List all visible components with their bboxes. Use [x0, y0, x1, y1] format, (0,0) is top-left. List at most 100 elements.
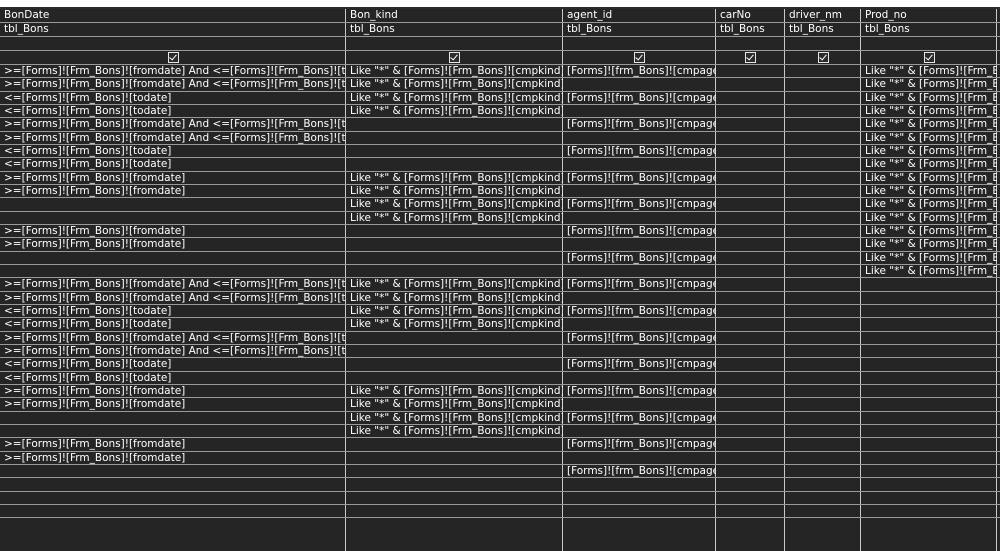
criteria-cell[interactable]: [Forms]![frm_Bons]![cmpagen] — [563, 465, 716, 477]
criteria-cell[interactable]: [Forms]![frm_Bons]![cmpagen] — [563, 412, 716, 424]
criteria-cell[interactable]: >=[Forms]![Frm_Bons]![fromdate] And <=[F… — [0, 292, 346, 304]
criteria-cell[interactable]: Like "*" & [Forms]![Frm_Bons]![cmpkind] … — [346, 172, 563, 184]
show-checkbox[interactable] — [817, 52, 829, 63]
criteria-cell[interactable] — [861, 385, 997, 397]
criteria-cell[interactable] — [716, 372, 785, 384]
criteria-cell[interactable]: Like "*" & [Forms]![Frm_Bon — [861, 118, 997, 130]
criteria-cell[interactable]: Like "*" & [Forms]![Frm_Bon — [861, 172, 997, 184]
criteria-cell[interactable] — [563, 78, 716, 90]
criteria-cell[interactable] — [861, 398, 997, 410]
criteria-cell[interactable]: >=[Forms]![Frm_Bons]![fromdate] And <=[F… — [0, 65, 346, 77]
criteria-cell[interactable] — [785, 265, 861, 277]
criteria-cell[interactable]: >=[Forms]![Frm_Bons]![fromdate] — [0, 438, 346, 450]
criteria-cell[interactable] — [716, 478, 785, 490]
criteria-cell[interactable]: Like "*" & [Forms]![Frm_Bons]![cmpkind] … — [346, 278, 563, 290]
show-checkbox[interactable] — [923, 52, 935, 63]
criteria-cell[interactable]: Like "*" & [Forms]![Frm_Bons]![cmpkind] … — [346, 425, 563, 437]
criteria-cell[interactable] — [563, 132, 716, 144]
criteria-cell[interactable]: >=[Forms]![Frm_Bons]![fromdate] And <=[F… — [0, 78, 346, 90]
criteria-cell[interactable] — [716, 78, 785, 90]
criteria-cell[interactable] — [785, 492, 861, 504]
criteria-cell[interactable] — [785, 452, 861, 464]
criteria-cell[interactable]: <=[Forms]![Frm_Bons]![todate] — [0, 105, 346, 117]
criteria-cell[interactable]: Like "*" & [Forms]![Frm_Bons]![cmpkind] … — [346, 398, 563, 410]
criteria-cell[interactable]: Like "*" & [Forms]![Frm_Bons]![cmpkind] … — [346, 105, 563, 117]
criteria-cell[interactable]: <=[Forms]![Frm_Bons]![todate] — [0, 318, 346, 330]
criteria-cell[interactable] — [861, 465, 997, 477]
criteria-cell[interactable]: >=[Forms]![Frm_Bons]![fromdate] And <=[F… — [0, 132, 346, 144]
criteria-cell[interactable]: Like "*" & [Forms]![Frm_Bon — [861, 158, 997, 170]
criteria-cell[interactable] — [785, 185, 861, 197]
criteria-cell[interactable]: Like "*" & [Forms]![Frm_Bon — [861, 65, 997, 77]
criteria-cell[interactable]: >=[Forms]![Frm_Bons]![fromdate] — [0, 452, 346, 464]
criteria-cell[interactable]: Like "*" & [Forms]![Frm_Bon — [861, 185, 997, 197]
criteria-cell[interactable] — [716, 65, 785, 77]
criteria-cell[interactable] — [716, 345, 785, 357]
criteria-cell[interactable] — [785, 505, 861, 517]
criteria-cell[interactable] — [785, 105, 861, 117]
criteria-cell[interactable] — [716, 318, 785, 330]
criteria-cell[interactable] — [785, 332, 861, 344]
criteria-cell[interactable] — [716, 425, 785, 437]
criteria-cell[interactable]: Like "*" & [Forms]![Frm_Bon — [861, 132, 997, 144]
criteria-cell[interactable]: >=[Forms]![Frm_Bons]![fromdate] And <=[F… — [0, 345, 346, 357]
criteria-cell[interactable] — [716, 105, 785, 117]
field-cell[interactable]: carNo — [716, 9, 785, 22]
criteria-cell[interactable] — [716, 398, 785, 410]
criteria-cell[interactable] — [563, 345, 716, 357]
field-cell[interactable]: Prod_no — [861, 9, 997, 22]
criteria-cell[interactable]: [Forms]![frm_Bons]![cmpagen] — [563, 332, 716, 344]
field-cell[interactable]: driver_nm — [785, 9, 861, 22]
criteria-cell[interactable] — [861, 438, 997, 450]
sort-cell[interactable] — [785, 37, 861, 50]
criteria-cell[interactable] — [563, 158, 716, 170]
criteria-cell[interactable] — [563, 212, 716, 224]
criteria-cell[interactable]: [Forms]![frm_Bons]![cmpagen] — [563, 358, 716, 370]
criteria-cell[interactable] — [346, 358, 563, 370]
criteria-cell[interactable] — [716, 385, 785, 397]
criteria-cell[interactable] — [861, 278, 997, 290]
criteria-cell[interactable] — [785, 225, 861, 237]
criteria-cell[interactable] — [861, 292, 997, 304]
criteria-cell[interactable] — [785, 438, 861, 450]
table-cell[interactable]: tbl_Bons — [346, 23, 563, 36]
criteria-cell[interactable] — [0, 198, 346, 210]
criteria-cell[interactable] — [861, 452, 997, 464]
criteria-cell[interactable] — [785, 372, 861, 384]
criteria-cell[interactable] — [861, 505, 997, 517]
criteria-cell[interactable] — [716, 358, 785, 370]
criteria-cell[interactable] — [0, 425, 346, 437]
criteria-cell[interactable] — [716, 185, 785, 197]
criteria-cell[interactable] — [785, 132, 861, 144]
criteria-cell[interactable] — [785, 278, 861, 290]
table-cell[interactable]: tbl_Bons — [0, 23, 346, 36]
criteria-cell[interactable]: Like "*" & [Forms]![Frm_Bon — [861, 145, 997, 157]
criteria-cell[interactable] — [861, 412, 997, 424]
criteria-cell[interactable]: [Forms]![frm_Bons]![cmpagen] — [563, 278, 716, 290]
criteria-cell[interactable] — [861, 425, 997, 437]
criteria-cell[interactable]: >=[Forms]![Frm_Bons]![fromdate] — [0, 385, 346, 397]
criteria-cell[interactable] — [346, 465, 563, 477]
criteria-cell[interactable]: [Forms]![frm_Bons]![cmpagen] — [563, 385, 716, 397]
criteria-cell[interactable] — [563, 292, 716, 304]
criteria-cell[interactable] — [0, 265, 346, 277]
criteria-cell[interactable] — [785, 65, 861, 77]
criteria-cell[interactable]: Like "*" & [Forms]![Frm_Bon — [861, 225, 997, 237]
criteria-cell[interactable] — [346, 225, 563, 237]
field-cell[interactable]: Bon_kind — [346, 9, 563, 22]
criteria-cell[interactable] — [785, 198, 861, 210]
table-cell[interactable]: tbl_Bons — [785, 23, 861, 36]
criteria-cell[interactable] — [0, 412, 346, 424]
sort-cell[interactable] — [563, 37, 716, 50]
criteria-cell[interactable]: Like "*" & [Forms]![Frm_Bon — [861, 238, 997, 250]
criteria-cell[interactable]: Like "*" & [Forms]![Frm_Bons]![cmpkind] … — [346, 212, 563, 224]
criteria-cell[interactable]: Like "*" & [Forms]![Frm_Bon — [861, 265, 997, 277]
criteria-cell[interactable]: Like "*" & [Forms]![Frm_Bon — [861, 78, 997, 90]
criteria-cell[interactable] — [716, 212, 785, 224]
criteria-cell[interactable] — [716, 278, 785, 290]
criteria-cell[interactable] — [346, 238, 563, 250]
criteria-cell[interactable]: >=[Forms]![Frm_Bons]![fromdate] — [0, 185, 346, 197]
criteria-cell[interactable] — [716, 438, 785, 450]
criteria-cell[interactable] — [716, 332, 785, 344]
criteria-cell[interactable] — [716, 265, 785, 277]
